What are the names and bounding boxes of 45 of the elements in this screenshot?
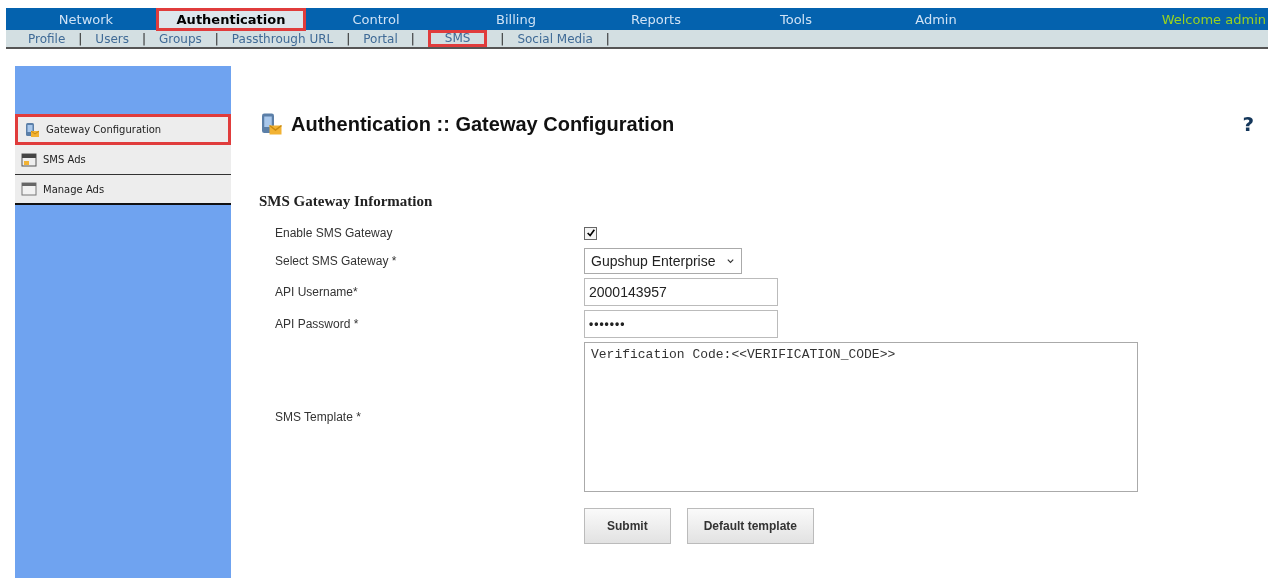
sub-nav-link[interactable]: Profile: [28, 31, 66, 46]
separator: |: [78, 31, 83, 46]
separator: |: [605, 31, 610, 46]
sub-nav-link[interactable]: SMS: [427, 30, 488, 47]
nav-tab[interactable]: Admin: [866, 10, 1006, 28]
field-label: API Username*: [275, 285, 359, 299]
help-link[interactable]: ?: [1242, 112, 1254, 136]
phone-mail-icon: [24, 121, 40, 138]
field-label: Enable SMS Gateway: [275, 226, 394, 240]
phone-mail-icon: [259, 111, 283, 137]
nav-tab[interactable]: Billing: [446, 10, 586, 28]
nav-tab[interactable]: Tools: [726, 10, 866, 28]
password-field[interactable]: •••••••: [584, 310, 778, 338]
separator: |: [141, 31, 146, 46]
form-button[interactable]: Default template: [686, 508, 815, 544]
window-icon: [21, 151, 37, 168]
separator: |: [346, 31, 351, 46]
sidebar-item[interactable]: SMS Ads: [15, 145, 231, 175]
separator: |: [410, 31, 415, 46]
field-label: SMS Template *: [275, 410, 362, 424]
nav-tab[interactable]: Authentication: [156, 7, 306, 31]
gateway-dropdown[interactable]: Gupshup Enterprise: [584, 248, 742, 274]
nav-tab[interactable]: Control: [306, 10, 446, 28]
field-label: API Password *: [275, 317, 360, 331]
chevron-down-icon: [725, 256, 735, 266]
separator: |: [500, 31, 505, 46]
nav-tab[interactable]: Reports: [586, 10, 726, 28]
sub-nav-link[interactable]: Users: [95, 31, 129, 46]
welcome-text: Welcome admin: [1161, 11, 1266, 27]
separator: |: [214, 31, 219, 46]
sub-nav-link[interactable]: Social Media: [517, 31, 593, 46]
nav-tab[interactable]: Network: [16, 10, 156, 28]
page-title: Authentication :: Gateway Configuration: [291, 112, 676, 136]
checkbox[interactable]: [584, 226, 597, 240]
sidebar-item[interactable]: Manage Ads: [15, 175, 231, 205]
sub-nav-link[interactable]: Passthrough URL: [231, 31, 334, 46]
sidebar-item[interactable]: Gateway Configuration: [15, 114, 231, 145]
input-field[interactable]: 2000143957: [584, 278, 778, 306]
form-button[interactable]: Submit: [584, 508, 671, 544]
field-label: Select SMS Gateway *: [275, 254, 398, 268]
sub-nav-link[interactable]: Groups: [159, 31, 202, 46]
template-textarea[interactable]: Verification Code:<<VERIFICATION_CODE>>: [584, 342, 1138, 492]
window-icon: [21, 181, 37, 197]
sub-nav-link[interactable]: Portal: [363, 31, 398, 46]
section-heading: SMS Gateway Information: [259, 193, 434, 210]
